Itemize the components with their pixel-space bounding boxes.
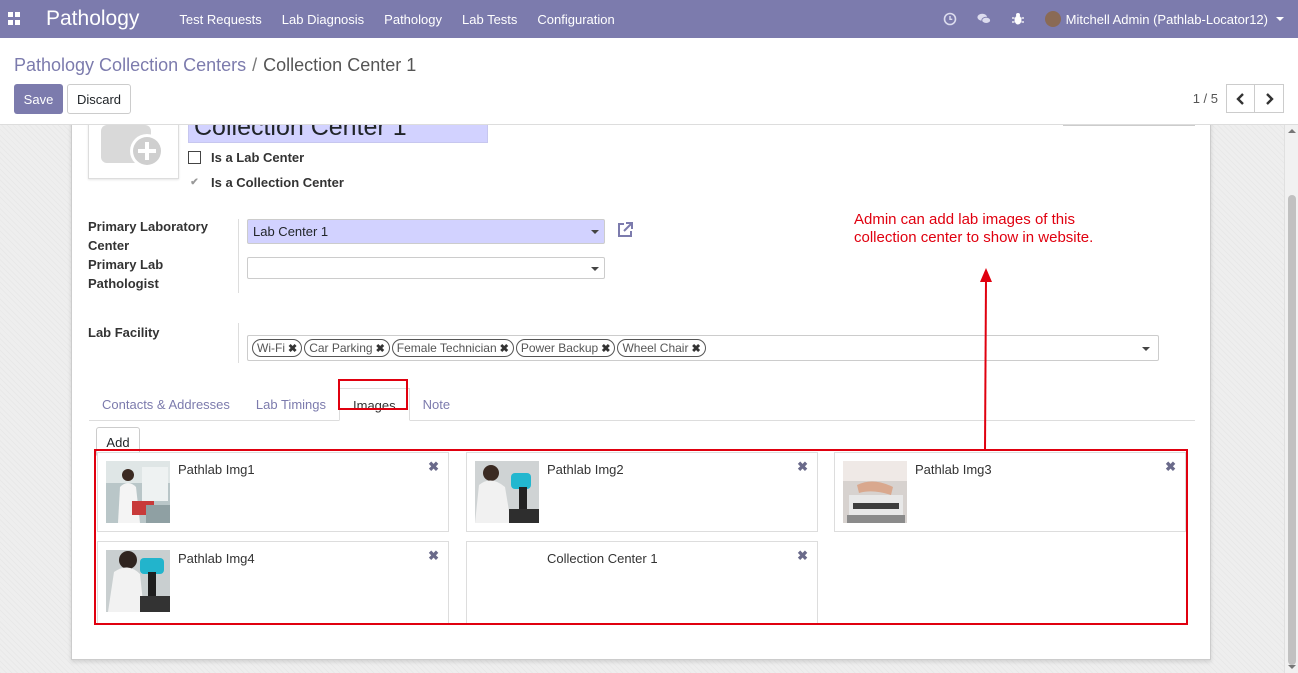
menu-item-pathology[interactable]: Pathology [384, 12, 442, 27]
name-field[interactable]: Collection Center 1 [188, 125, 488, 143]
primary-lab-center-label: Primary Laboratory Center [88, 219, 208, 253]
form-view-content: Collection Center 1 Is a Lab Center ✔ Is… [0, 125, 1298, 673]
annotation-text: Admin can add lab images of this collect… [854, 211, 1094, 246]
menu-item-lab-diagnosis[interactable]: Lab Diagnosis [282, 12, 364, 27]
save-button[interactable]: Save [14, 84, 63, 114]
image-title: Pathlab Img1 [178, 462, 255, 477]
field-divider [238, 323, 239, 363]
tab-note[interactable]: Note [410, 388, 463, 421]
chevron-down-icon[interactable] [1276, 17, 1284, 21]
caret-down-icon [591, 267, 599, 271]
tab-images[interactable]: Images [339, 388, 410, 421]
delete-icon[interactable]: ✖ [428, 459, 439, 475]
center-image-upload[interactable] [88, 125, 179, 179]
user-menu[interactable]: Mitchell Admin (Pathlab-Locator12) [1066, 12, 1268, 27]
remove-tag-icon[interactable]: ✖ [601, 342, 610, 355]
delete-icon[interactable]: ✖ [797, 548, 808, 564]
image-title: Pathlab Img2 [547, 462, 624, 477]
remove-tag-icon[interactable]: ✖ [500, 342, 509, 355]
image-card[interactable]: Pathlab Img2 ✖ [466, 452, 818, 532]
apps-menu-icon[interactable] [8, 12, 22, 26]
image-card[interactable]: Pathlab Img1 ✖ [97, 452, 449, 532]
lab-facility-label: Lab Facility [88, 325, 160, 340]
image-card[interactable]: Collection Center 1 ✖ [466, 541, 818, 624]
user-avatar[interactable] [1044, 11, 1061, 27]
breadcrumb: Pathology Collection Centers / Collection … [14, 55, 416, 76]
image-title: Pathlab Img3 [915, 462, 992, 477]
menu-item-lab-tests[interactable]: Lab Tests [462, 12, 517, 27]
control-panel: Pathology Collection Centers / Collection … [0, 38, 1298, 125]
systray: Mitchell Admin (Pathlab-Locator12) [923, 0, 1284, 38]
chevron-left-icon [1235, 92, 1244, 105]
external-link-icon[interactable] [615, 220, 635, 240]
notebook-tabs: Contacts & Addresses Lab Timings Images … [89, 388, 1195, 421]
button-box [1063, 125, 1195, 126]
primary-pathologist-select[interactable] [247, 257, 605, 279]
caret-down-icon [591, 230, 599, 234]
tab-contacts-addresses[interactable]: Contacts & Addresses [89, 388, 243, 421]
menu-item-test-requests[interactable]: Test Requests [179, 12, 261, 27]
remove-tag-icon[interactable]: ✖ [288, 342, 297, 355]
primary-pathologist-label: Primary Lab Pathologist [88, 257, 164, 291]
vertical-scrollbar[interactable] [1284, 125, 1298, 673]
menu-item-configuration[interactable]: Configuration [537, 12, 614, 27]
remove-tag-icon[interactable]: ✖ [376, 342, 385, 355]
form-sheet: Collection Center 1 Is a Lab Center ✔ Is… [71, 125, 1211, 660]
tag-wifi: Wi-Fi ✖ [252, 339, 303, 357]
camera-add-icon [101, 125, 164, 168]
image-card[interactable]: Pathlab Img3 ✖ [834, 452, 1186, 532]
tag-car-parking: Car Parking ✖ [304, 339, 390, 357]
is-collection-center-label: Is a Collection Center [211, 175, 344, 190]
is-lab-center-field: Is a Lab Center [188, 150, 304, 165]
annotation-arrow [980, 268, 992, 451]
is-lab-center-checkbox[interactable] [188, 151, 201, 164]
lab-photo-thumbnail [843, 461, 907, 523]
chat-icon[interactable] [977, 12, 991, 26]
image-title: Pathlab Img4 [178, 551, 255, 566]
scroll-down-icon[interactable] [1288, 665, 1296, 669]
is-collection-center-field: ✔ Is a Collection Center [188, 175, 344, 190]
scroll-thumb[interactable] [1288, 195, 1296, 665]
lab-facility-tags-input[interactable]: Wi-Fi ✖ Car Parking ✖ Female Technician ✖ P… [247, 335, 1159, 361]
main-menu: Test Requests Lab Diagnosis Pathology La… [179, 12, 634, 27]
tag-female-technician: Female Technician ✖ [391, 339, 514, 357]
breadcrumb-current: Collection Center 1 [263, 55, 417, 75]
pager-previous-button[interactable] [1226, 84, 1255, 113]
field-divider [238, 219, 239, 293]
pager: 1 / 5 [1193, 84, 1284, 113]
tag-power-backup: Power Backup ✖ [515, 339, 616, 357]
image-card[interactable]: Pathlab Img4 ✖ [97, 541, 449, 624]
discard-button[interactable]: Discard [67, 84, 131, 114]
breadcrumb-parent[interactable]: Pathology Collection Centers [14, 55, 246, 75]
primary-lab-center-select[interactable]: Lab Center 1 [247, 219, 605, 244]
delete-icon[interactable]: ✖ [1165, 459, 1176, 475]
top-navbar: Pathology Test Requests Lab Diagnosis Pa… [0, 0, 1298, 38]
delete-icon[interactable]: ✖ [428, 548, 439, 564]
chevron-right-icon [1266, 92, 1274, 105]
image-title: Collection Center 1 [547, 551, 658, 566]
bug-icon[interactable] [1011, 12, 1025, 26]
caret-down-icon [1142, 347, 1150, 351]
breadcrumb-separator: / [252, 55, 258, 75]
delete-icon[interactable]: ✖ [797, 459, 808, 475]
lab-photo-thumbnail [106, 550, 170, 612]
pager-value[interactable]: 1 / 5 [1193, 91, 1218, 106]
app-brand[interactable]: Pathology [46, 7, 139, 31]
lab-photo-thumbnail [475, 461, 539, 523]
scroll-up-icon[interactable] [1288, 129, 1296, 133]
is-collection-center-checkbox[interactable]: ✔ [188, 176, 201, 189]
tag-wheel-chair: Wheel Chair ✖ [617, 339, 706, 357]
lab-photo-thumbnail [106, 461, 170, 523]
remove-tag-icon[interactable]: ✖ [691, 342, 700, 355]
clock-icon[interactable] [943, 12, 957, 26]
tab-lab-timings[interactable]: Lab Timings [243, 388, 339, 421]
pager-next-button[interactable] [1255, 84, 1284, 113]
is-lab-center-label: Is a Lab Center [211, 150, 305, 165]
